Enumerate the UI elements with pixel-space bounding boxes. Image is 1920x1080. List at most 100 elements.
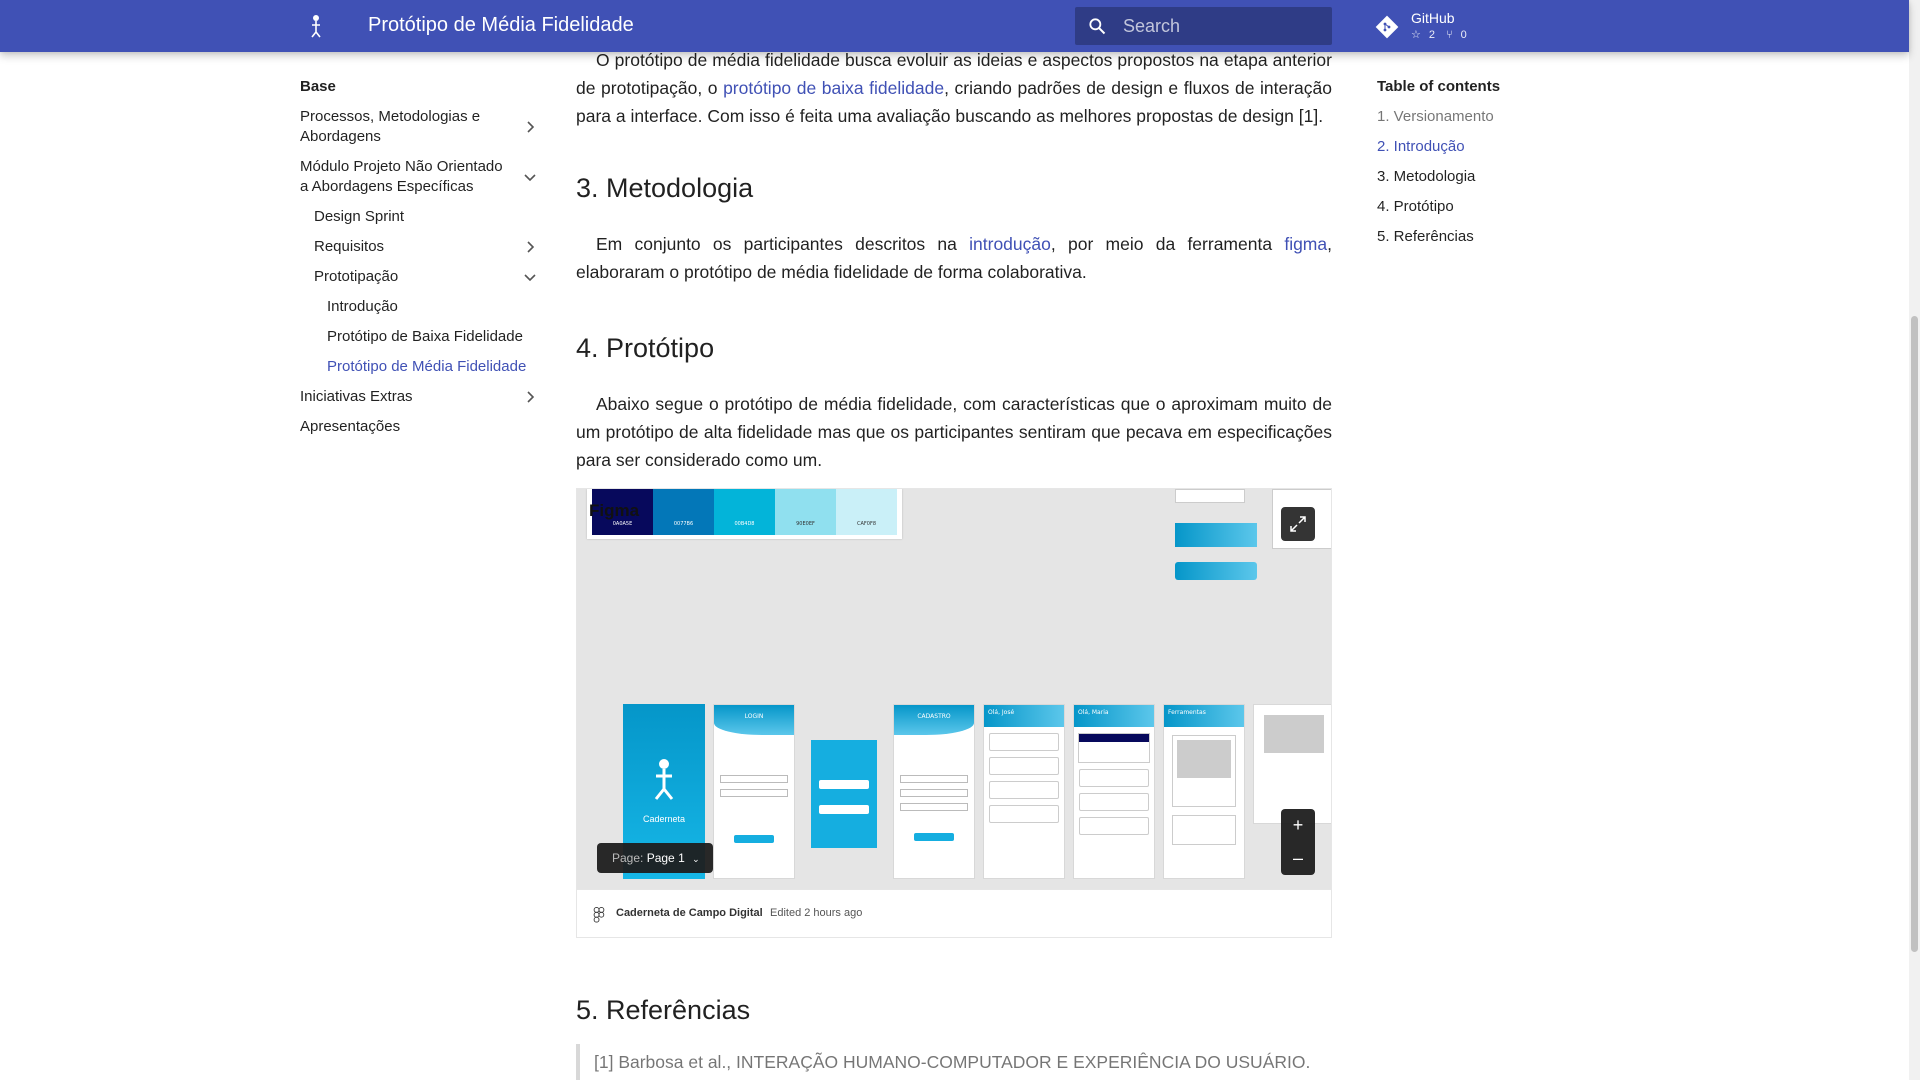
- nav-item-label: Módulo Projeto Não Orientado a Abordagen…: [300, 158, 503, 195]
- nav-item-label: Iniciativas Extras: [300, 388, 413, 405]
- toc-item-referencias[interactable]: 5. Referências: [1377, 227, 1597, 247]
- app-logo-icon: [654, 759, 674, 800]
- toc-item-metodologia[interactable]: 3. Metodologia: [1377, 167, 1597, 187]
- component-card: [1175, 523, 1257, 547]
- expand-button[interactable]: [1281, 507, 1315, 541]
- main-content: O protótipo de média fidelidade busca ev…: [576, 46, 1332, 474]
- list-card: [1079, 769, 1149, 787]
- chevron-right-icon[interactable]: [522, 239, 538, 255]
- color-swatch: 00B4D8: [714, 489, 775, 535]
- toc-title: Table of contents: [1377, 78, 1501, 95]
- input-placeholder: [900, 775, 968, 783]
- input-placeholder: [720, 775, 788, 783]
- nav-item-iniciativas[interactable]: Iniciativas Extras: [300, 387, 540, 407]
- repo-stars: 2: [1428, 29, 1435, 41]
- nav-item-media-fidelidade[interactable]: Protótipo de Média Fidelidade: [300, 357, 540, 377]
- site-title: Protótipo de Média Fidelidade: [368, 14, 634, 36]
- nav-item-introducao[interactable]: Introdução: [300, 297, 540, 317]
- page-selector-value: Page 1: [646, 851, 685, 865]
- component-card: [1175, 489, 1245, 503]
- nav-item-modulo[interactable]: Módulo Projeto Não Orientado a Abordagen…: [300, 157, 540, 197]
- nav-item-label: Introdução: [327, 298, 398, 315]
- list-card: [1079, 793, 1149, 811]
- chevron-down-icon[interactable]: [522, 269, 538, 285]
- embed-file-name[interactable]: Caderneta de Campo Digital: [616, 907, 763, 919]
- primary-nav: Base Processos, Metodologias e Abordagen…: [300, 78, 540, 447]
- intro-paragraph: O protótipo de média fidelidade busca ev…: [576, 46, 1332, 130]
- search-box[interactable]: [1075, 7, 1332, 45]
- input-placeholder: [900, 803, 968, 811]
- table-of-contents: Table of contents 1. Versionamento 2. In…: [1377, 78, 1597, 257]
- zoom-in-button[interactable]: +: [1281, 809, 1315, 842]
- input-placeholder: [720, 789, 788, 797]
- page-selector[interactable]: Page: Page 1 ⌄: [597, 843, 713, 873]
- figma-icon[interactable]: [593, 907, 605, 923]
- button-placeholder: [819, 780, 869, 789]
- screen-header: CADASTRO: [894, 705, 974, 735]
- chevron-right-icon[interactable]: [522, 389, 538, 405]
- screen-title: Olá, Maria: [1078, 709, 1109, 716]
- list-card: [989, 757, 1059, 775]
- image-placeholder: [1177, 740, 1231, 778]
- info-card: [1172, 815, 1236, 845]
- image-placeholder: [1264, 715, 1324, 753]
- header-bar: Protótipo de Média Fidelidade GitHub ☆ 2 …: [0, 0, 1909, 52]
- nav-item-apresentacoes[interactable]: Apresentações: [300, 417, 540, 437]
- reference-quote: [1] Barbosa et al., INTERAÇÃO HUMANO-COM…: [576, 1044, 1332, 1080]
- list-card: [1079, 817, 1149, 835]
- image-card: [1172, 735, 1236, 807]
- cadastro-screen: CADASTRO: [893, 704, 975, 879]
- input-placeholder: [900, 789, 968, 797]
- nav-item-label: Processos, Metodologias e Abordagens: [300, 108, 481, 145]
- link-figma[interactable]: figma: [1284, 234, 1327, 254]
- fork-icon: ⑂: [1446, 29, 1453, 41]
- chevron-right-icon[interactable]: [522, 119, 538, 135]
- color-swatch: 90E0EF: [775, 489, 836, 535]
- figma-embed[interactable]: 0A0A5E 0077B6 00B4D8 90E0EF CAF0F8 Figma…: [576, 488, 1332, 938]
- toc-item-versionamento[interactable]: 1. Versionamento: [1377, 107, 1597, 127]
- screen-header: LOGIN: [714, 705, 794, 735]
- nav-section-title: Base: [300, 78, 336, 95]
- toc-item-introducao[interactable]: 2. Introdução: [1377, 137, 1597, 157]
- component-card: [1175, 562, 1257, 580]
- list-card: [989, 733, 1059, 751]
- button-placeholder: [734, 835, 774, 843]
- nav-item-design-sprint[interactable]: Design Sprint: [300, 207, 540, 227]
- repo-name: GitHub: [1411, 10, 1455, 26]
- screen-header: Olá, José: [984, 705, 1064, 727]
- repo-facts: ☆ 2 ⑂ 0: [1411, 28, 1475, 41]
- splash-title: Caderneta: [642, 814, 686, 824]
- nav-item-baixa-fidelidade[interactable]: Protótipo de Baixa Fidelidade: [300, 327, 540, 347]
- panel-header: [1079, 734, 1149, 742]
- scrollbar-thumb[interactable]: [1911, 316, 1918, 952]
- nav-item-prototipacao[interactable]: Prototipação: [300, 267, 540, 287]
- tools-screen: Ferramentas: [1163, 704, 1245, 879]
- figma-canvas[interactable]: 0A0A5E 0077B6 00B4D8 90E0EF CAF0F8 Figma…: [577, 489, 1331, 889]
- link-baixa-fidelidade[interactable]: protótipo de baixa fidelidade: [723, 78, 944, 98]
- site-logo[interactable]: [306, 12, 326, 40]
- text: , por meio da ferramenta: [1050, 234, 1285, 254]
- list-card: [989, 781, 1059, 799]
- search-input[interactable]: [1123, 7, 1323, 45]
- chevron-down-icon[interactable]: [522, 169, 538, 185]
- home-screen: Olá, José: [983, 704, 1065, 879]
- screen-header: Ferramentas: [1164, 705, 1244, 727]
- detail-screen: [1253, 704, 1331, 824]
- modal-screen: [811, 740, 877, 848]
- nav-item-label: Design Sprint: [314, 208, 405, 225]
- embed-edited-time: Edited 2 hours ago: [770, 907, 863, 919]
- repo-forks: 0: [1460, 29, 1467, 41]
- nav-item-processos[interactable]: Processos, Metodologias e Abordagens: [300, 107, 540, 147]
- nav-item-requisitos[interactable]: Requisitos: [300, 237, 540, 257]
- toc-item-prototipo[interactable]: 4. Protótipo: [1377, 197, 1597, 217]
- prototipo-paragraph: Abaixo segue o protótipo de média fideli…: [576, 394, 1332, 470]
- link-introducao[interactable]: introdução: [969, 234, 1051, 254]
- metodologia-paragraph: Em conjunto os participantes descritos n…: [576, 230, 1332, 286]
- screen-header: Olá, Maria: [1074, 705, 1154, 727]
- screen-title: Ferramentas: [1168, 709, 1206, 716]
- login-screen: LOGIN: [713, 704, 795, 879]
- heading-prototipo: 4. Protótipo: [576, 333, 715, 363]
- home-screen-alt: Olá, Maria: [1073, 704, 1155, 879]
- zoom-out-button[interactable]: –: [1281, 842, 1315, 875]
- color-swatch: CAF0F8: [836, 489, 897, 535]
